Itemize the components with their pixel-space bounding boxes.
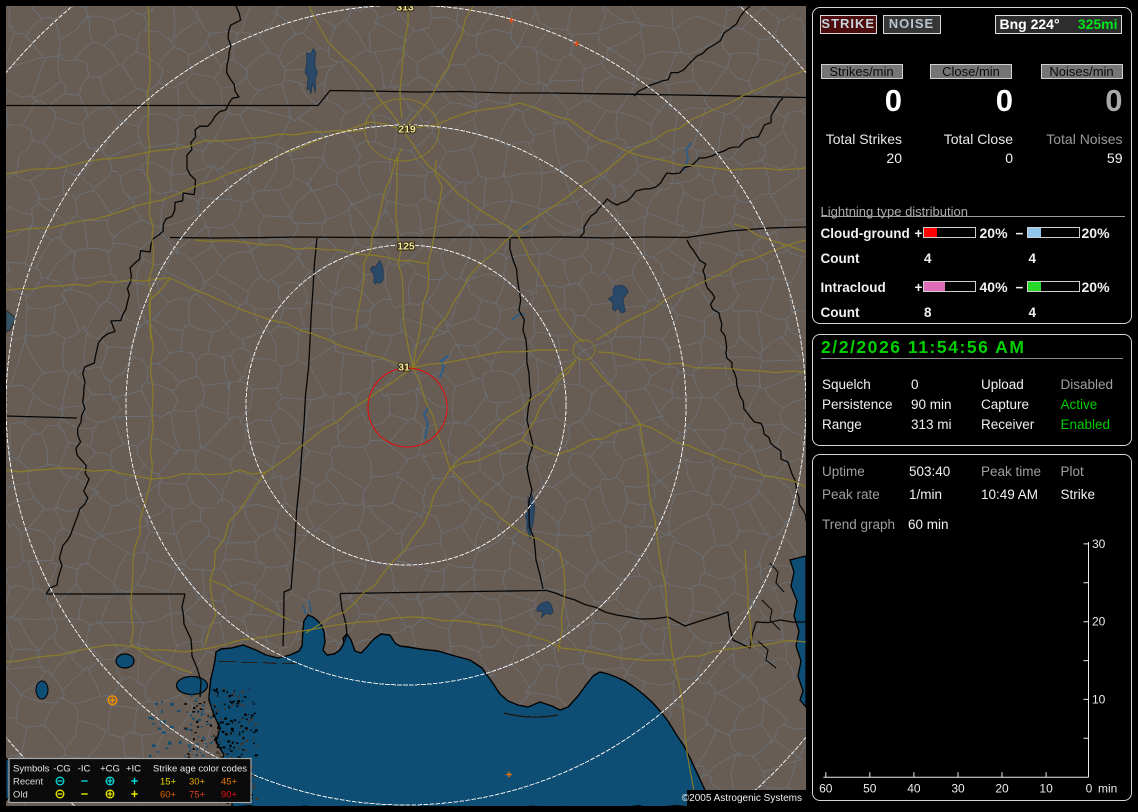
svg-text:Strike age color codes: Strike age color codes: [153, 764, 247, 775]
svg-text:40: 40: [907, 782, 921, 796]
svg-text:10: 10: [1039, 782, 1053, 796]
svg-text:30: 30: [951, 782, 965, 796]
svg-text:-CG: -CG: [53, 764, 70, 775]
svg-text:60+: 60+: [160, 790, 177, 801]
svg-text:0: 0: [1086, 782, 1093, 796]
svg-text:75+: 75+: [189, 790, 206, 801]
svg-text:+CG: +CG: [100, 764, 120, 775]
svg-text:31: 31: [398, 362, 410, 374]
svg-text:30+: 30+: [189, 777, 206, 788]
svg-text:10: 10: [1092, 692, 1106, 706]
svg-text:45+: 45+: [221, 777, 238, 788]
svg-text:20: 20: [995, 782, 1009, 796]
svg-text:Recent: Recent: [13, 777, 43, 788]
svg-text:90+: 90+: [221, 790, 238, 801]
svg-text:Symbols: Symbols: [13, 764, 50, 775]
svg-text:©2005 Astrogenic Systems: ©2005 Astrogenic Systems: [682, 793, 802, 804]
svg-text:50: 50: [863, 782, 877, 796]
svg-text:Old: Old: [13, 790, 28, 801]
svg-text:15+: 15+: [160, 777, 177, 788]
svg-text:219: 219: [398, 124, 416, 136]
svg-text:313: 313: [396, 6, 414, 14]
svg-text:-IC: -IC: [78, 764, 91, 775]
svg-text:+IC: +IC: [126, 764, 141, 775]
svg-text:min: min: [1098, 782, 1117, 796]
svg-text:60: 60: [819, 782, 833, 796]
svg-text:125: 125: [397, 241, 415, 253]
svg-text:20: 20: [1092, 615, 1106, 629]
svg-text:30: 30: [1092, 537, 1106, 551]
